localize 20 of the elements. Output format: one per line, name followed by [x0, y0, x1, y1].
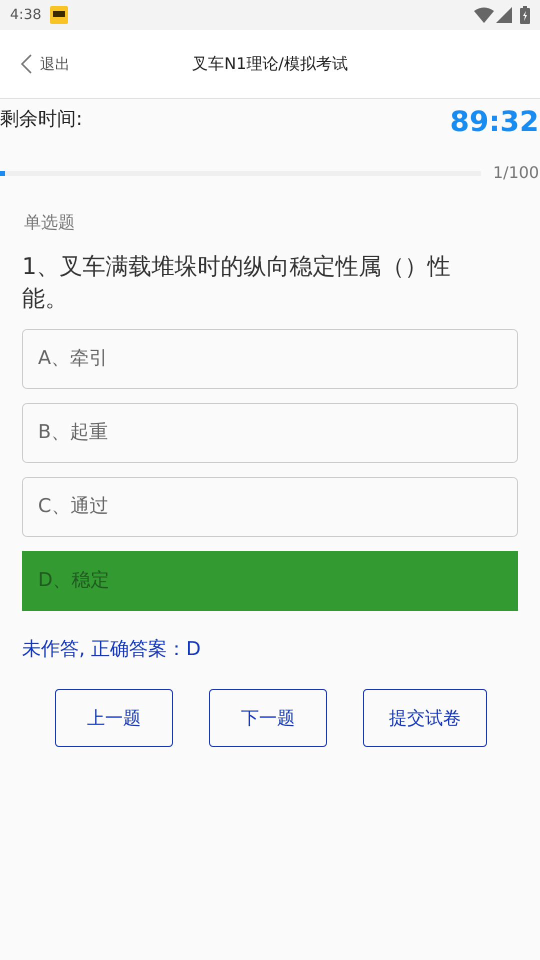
answer-option[interactable]: A、牵引	[22, 328, 518, 388]
battery-icon	[520, 6, 530, 24]
exit-button[interactable]: 退出	[20, 52, 70, 76]
nav-button[interactable]: 上一题	[55, 689, 173, 747]
countdown-timer: 89:32	[450, 105, 539, 139]
app-notification-icon	[50, 6, 68, 24]
wifi-icon	[474, 7, 494, 23]
page-title: 叉车N1理论/模拟考试	[192, 53, 348, 75]
answer-option[interactable]: B、起重	[22, 402, 518, 462]
remaining-time-label: 剩余时间:	[0, 107, 82, 132]
question-type-label: 单选题	[24, 212, 76, 235]
answer-feedback: 未作答, 正确答案：D	[22, 636, 202, 662]
back-chevron-icon	[20, 54, 32, 74]
status-time: 4:38	[10, 6, 42, 24]
signal-icon	[496, 7, 512, 23]
question-counter: 1/100	[493, 162, 540, 184]
question-text: 1、叉车满载堆垛时的纵向稳定性属（）性能。	[22, 252, 452, 314]
nav-button[interactable]: 提交试卷	[363, 689, 487, 747]
answer-option[interactable]: C、通过	[22, 476, 518, 536]
nav-button[interactable]: 下一题	[209, 689, 327, 747]
